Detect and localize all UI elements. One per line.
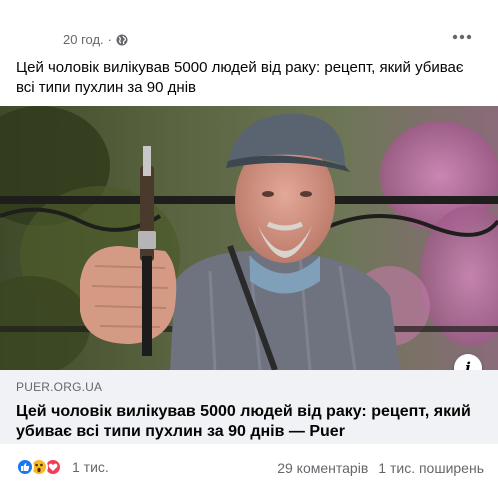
- post-header: 20 год. ·: [0, 30, 498, 52]
- reactions-summary[interactable]: 1 тис.: [16, 458, 109, 476]
- globe-icon[interactable]: [116, 34, 128, 46]
- engagement-counts: 29 коментарів 1 тис. поширень: [277, 460, 484, 476]
- link-preview-card[interactable]: PUER.ORG.UA Цей чоловік вилікував 5000 л…: [0, 370, 498, 444]
- post-meta: 20 год. ·: [63, 32, 128, 47]
- post-timestamp[interactable]: 20 год.: [63, 32, 104, 47]
- meta-separator: ·: [107, 32, 113, 47]
- more-horizontal-icon: [452, 27, 472, 45]
- counts-spacer: [368, 460, 378, 476]
- post-text: Цей чоловік вилікував 5000 людей від рак…: [16, 59, 464, 96]
- link-title[interactable]: Цей чоловік вилікував 5000 людей від рак…: [16, 402, 486, 442]
- link-preview-image[interactable]: i: [0, 106, 498, 370]
- more-options-button[interactable]: [448, 22, 476, 50]
- like-icon: [16, 458, 34, 476]
- link-domain: PUER.ORG.UA: [16, 380, 103, 394]
- engagement-bar: 1 тис. 29 коментарів 1 тис. поширень: [0, 456, 498, 480]
- shares-count[interactable]: 1 тис. поширень: [378, 460, 484, 476]
- feed-post: 20 год. · Цей чоловік вилікував 5000 люд…: [0, 0, 498, 487]
- man-with-knife-photo: [0, 106, 498, 370]
- reactions-count[interactable]: 1 тис.: [72, 459, 109, 475]
- comments-count[interactable]: 29 коментарів: [277, 460, 368, 476]
